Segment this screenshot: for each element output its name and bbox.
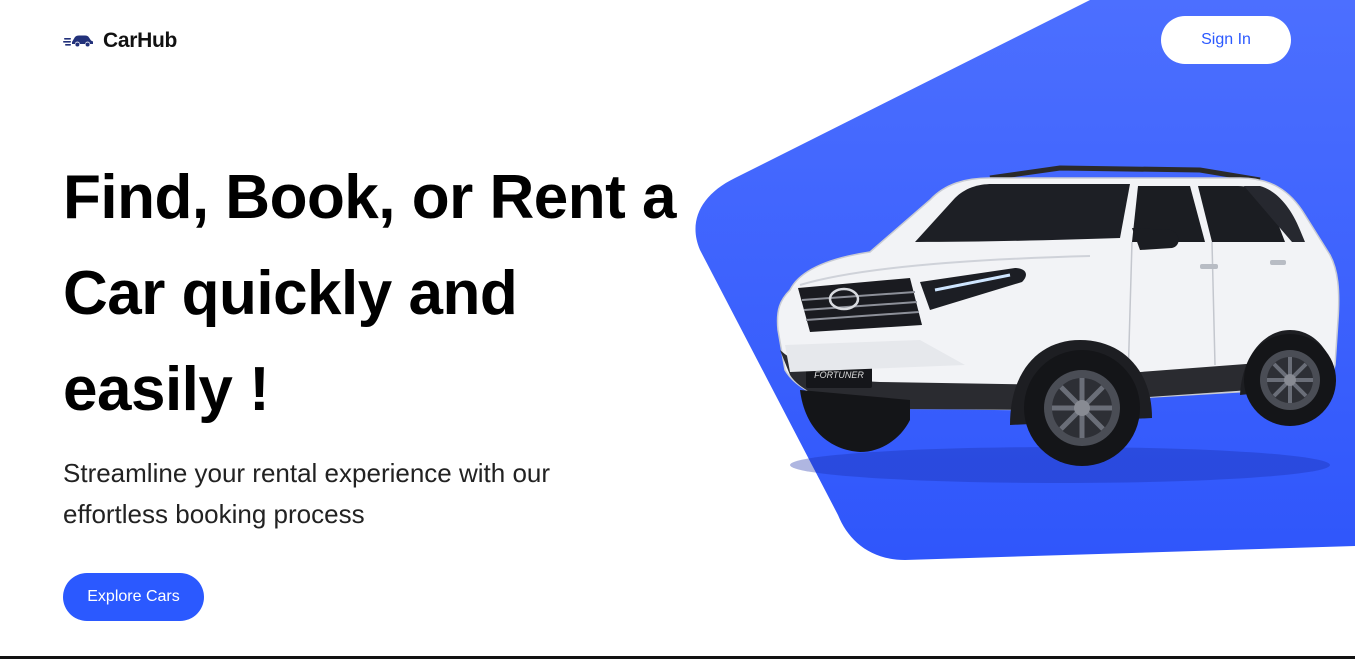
sign-in-button[interactable]: Sign In <box>1161 16 1291 64</box>
logo[interactable]: CarHub <box>63 26 177 56</box>
hero-subtitle: Streamline your rental experience with o… <box>63 458 551 529</box>
car-speed-icon <box>63 35 93 47</box>
svg-text:FORTUNER: FORTUNER <box>814 370 864 380</box>
white-suv-image: FORTUNER <box>776 165 1340 483</box>
hero-title: Find, Book, or Rent a Car quickly and ea… <box>63 163 676 424</box>
explore-cars-button[interactable]: Explore Cars <box>63 573 204 621</box>
navbar: CarHub Sign In <box>0 0 1355 80</box>
logo-text: CarHub <box>103 29 178 52</box>
page: CarHub Sign In Find, Book, or Rent a Car… <box>0 0 1355 659</box>
